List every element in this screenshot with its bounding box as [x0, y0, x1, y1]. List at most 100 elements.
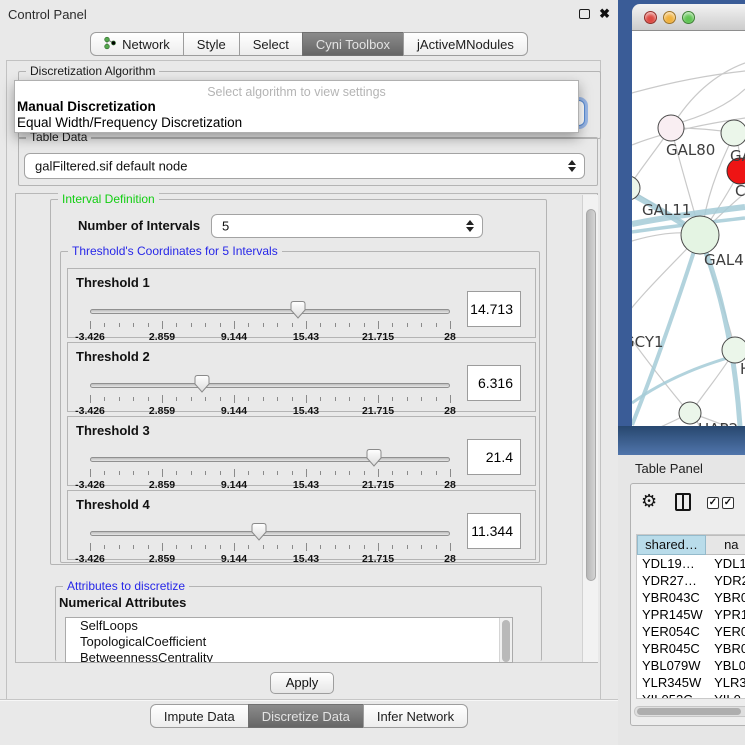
- network-node[interactable]: [658, 115, 684, 141]
- cell-shared-name[interactable]: YBL079W: [637, 657, 706, 674]
- slider-ticks: [90, 469, 450, 478]
- cell-name[interactable]: YBL0: [706, 657, 745, 674]
- table-row[interactable]: YDL19…YDL1: [637, 555, 745, 572]
- list-scrollbar[interactable]: [499, 618, 512, 662]
- threshold-value-field[interactable]: 14.713: [467, 291, 521, 327]
- table-row[interactable]: YIL052CYIL0: [637, 691, 745, 699]
- tab-select[interactable]: Select: [239, 32, 303, 56]
- tab-label: Discretize Data: [262, 709, 350, 724]
- control-panel-titlebar: Control Panel ✖: [0, 0, 618, 28]
- cell-shared-name[interactable]: YBR043C: [637, 589, 706, 606]
- slider-thumb[interactable]: [290, 301, 305, 319]
- threshold-slider[interactable]: -3.4262.8599.14415.4321.71528: [90, 445, 450, 485]
- network-icon: [104, 36, 116, 53]
- cell-shared-name[interactable]: YBR045C: [637, 640, 706, 657]
- node-label: GAL11: [642, 201, 691, 219]
- interval-definition-group: Interval Definition Number of Intervals …: [50, 199, 547, 565]
- list-scrollbar-thumb[interactable]: [502, 620, 510, 662]
- checkbox-checked-icon[interactable]: ✓: [707, 497, 719, 509]
- table-row[interactable]: YBR043CYBR0: [637, 589, 745, 606]
- threshold-value-field[interactable]: 21.4: [467, 439, 521, 475]
- threshold-label: Threshold 3: [76, 423, 150, 438]
- split-columns-icon[interactable]: [675, 493, 691, 511]
- slider-thumb[interactable]: [252, 523, 267, 541]
- dropdown-option-equal-width[interactable]: Equal Width/Frequency Discretization: [15, 115, 578, 131]
- cell-shared-name[interactable]: YDR27…: [637, 572, 706, 589]
- cell-name[interactable]: YDR2: [706, 572, 745, 589]
- maximize-light[interactable]: [682, 11, 695, 24]
- tab-infer-network[interactable]: Infer Network: [363, 704, 468, 728]
- network-node[interactable]: [681, 216, 719, 254]
- table-row[interactable]: YPR145WYPR1: [637, 606, 745, 623]
- horizontal-scrollbar-thumb[interactable]: [637, 708, 741, 715]
- network-node[interactable]: [721, 120, 745, 146]
- attribute-item[interactable]: TopologicalCoefficient: [66, 634, 512, 650]
- cell-shared-name[interactable]: YER054C: [637, 623, 706, 640]
- numerical-attributes-label: Numerical Attributes: [59, 595, 186, 610]
- tab-style[interactable]: Style: [183, 32, 240, 56]
- horizontal-scrollbar[interactable]: [634, 706, 745, 717]
- table-row[interactable]: YER054CYER0: [637, 623, 745, 640]
- node-label: GA: [730, 147, 745, 165]
- cell-name[interactable]: YPR1: [706, 606, 745, 623]
- slider-track[interactable]: [90, 531, 450, 536]
- network-canvas[interactable]: GAL80GACGAL11GAL4GCY1HHAP2: [632, 31, 745, 426]
- gear-icon[interactable]: ⚙: [641, 492, 657, 510]
- vertical-scrollbar-thumb[interactable]: [586, 209, 596, 581]
- cell-shared-name[interactable]: YPR145W: [637, 606, 706, 623]
- tab-cyni-toolbox[interactable]: Cyni Toolbox: [302, 32, 404, 56]
- node-label: GCY1: [632, 333, 664, 351]
- slider-track[interactable]: [90, 457, 450, 462]
- number-of-intervals-combobox[interactable]: 5: [211, 214, 483, 238]
- cell-name[interactable]: YIL0: [706, 691, 745, 699]
- close-icon[interactable]: ✖: [599, 6, 610, 22]
- cell-name[interactable]: YBR0: [706, 589, 745, 606]
- column-header-shared-name[interactable]: shared…: [637, 535, 706, 555]
- table-row[interactable]: YBL079WYBL0: [637, 657, 745, 674]
- threshold-value-field[interactable]: 6.316: [467, 365, 521, 401]
- combo-arrows-icon: [466, 220, 474, 232]
- tab-discretize-data[interactable]: Discretize Data: [248, 704, 364, 728]
- network-window-titlebar[interactable]: [632, 4, 745, 31]
- table-data-combobox[interactable]: galFiltered.sif default node: [24, 153, 585, 179]
- tab-impute-data[interactable]: Impute Data: [150, 704, 249, 728]
- close-light[interactable]: [644, 11, 657, 24]
- table-row[interactable]: YDR27…YDR2: [637, 572, 745, 589]
- threshold-slider[interactable]: -3.4262.8599.14415.4321.71528: [90, 371, 450, 411]
- slider-thumb[interactable]: [194, 375, 209, 393]
- tab-network[interactable]: Network: [90, 32, 184, 56]
- cell-name[interactable]: YLR3: [706, 674, 745, 691]
- threshold-slider[interactable]: -3.4262.8599.14415.4321.71528: [90, 519, 450, 559]
- threshold-slider[interactable]: -3.4262.8599.14415.4321.71528: [90, 297, 450, 337]
- table-data-group: Table Data galFiltered.sif default node: [18, 137, 598, 186]
- attribute-item[interactable]: BetweennessCentrality: [66, 650, 512, 663]
- network-window-frame: [618, 426, 745, 455]
- tab-jactivemnodules[interactable]: jActiveMNodules: [403, 32, 528, 56]
- network-edge[interactable]: [632, 71, 745, 93]
- minimize-light[interactable]: [663, 11, 676, 24]
- cell-shared-name[interactable]: YDL19…: [637, 555, 706, 572]
- float-window-icon[interactable]: [579, 9, 590, 19]
- attribute-item[interactable]: SelfLoops: [66, 618, 512, 634]
- checkbox-checked-icon[interactable]: ✓: [722, 497, 734, 509]
- apply-button[interactable]: Apply: [270, 672, 334, 694]
- threshold-value-field[interactable]: 11.344: [467, 513, 521, 549]
- slider-track[interactable]: [90, 383, 450, 388]
- dropdown-option-manual[interactable]: Manual Discretization: [15, 99, 578, 115]
- slider-thumb[interactable]: [367, 449, 382, 467]
- numerical-attributes-list[interactable]: SelfLoopsTopologicalCoefficientBetweenne…: [65, 617, 513, 663]
- slider-track[interactable]: [90, 309, 450, 314]
- threshold-3-panel: Threshold 3 -3.4262.8599.14415.4321.7152…: [67, 416, 536, 486]
- table-row[interactable]: YBR045CYBR0: [637, 640, 745, 657]
- cell-shared-name[interactable]: YLR345W: [637, 674, 706, 691]
- cell-name[interactable]: YBR0: [706, 640, 745, 657]
- threshold-label: Threshold 1: [76, 275, 150, 290]
- cell-name[interactable]: YDL1: [706, 555, 745, 572]
- number-of-intervals-value: 5: [222, 219, 229, 234]
- table-row[interactable]: YLR345WYLR3: [637, 674, 745, 691]
- cell-shared-name[interactable]: YIL052C: [637, 691, 706, 699]
- tab-label: Cyni Toolbox: [316, 37, 390, 52]
- column-header-name[interactable]: na: [706, 535, 745, 555]
- cell-name[interactable]: YER0: [706, 623, 745, 640]
- vertical-scrollbar[interactable]: [582, 195, 598, 662]
